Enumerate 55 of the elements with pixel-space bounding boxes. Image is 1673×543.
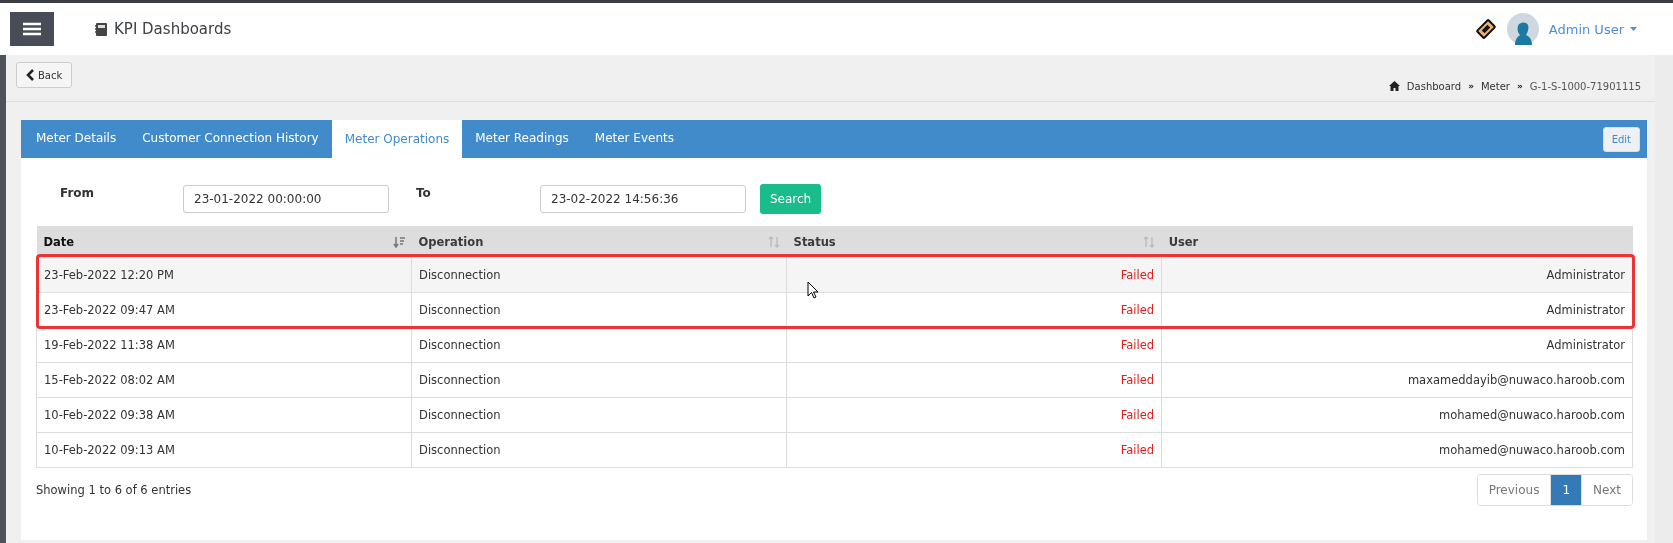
table-cell: Failed xyxy=(786,257,1162,293)
tab[interactable]: Meter Details xyxy=(23,120,130,156)
tab[interactable]: Customer Connection History xyxy=(129,120,332,156)
tab[interactable]: Meter Readings xyxy=(462,120,582,156)
table-cell: 19-Feb-2022 11:38 AM xyxy=(36,327,412,363)
app-title: KPI Dashboards xyxy=(114,20,232,38)
table-cell: Disconnection xyxy=(411,397,787,433)
breadcrumb-separator: » xyxy=(1516,81,1523,91)
table-cell: Administrator xyxy=(1161,257,1633,293)
menu-icon xyxy=(23,22,41,36)
table-cell: Failed xyxy=(786,362,1162,398)
table-cell: 10-Feb-2022 09:13 AM xyxy=(36,432,412,468)
table-cell: mohamed@nuwaco.haroob.com xyxy=(1161,397,1633,433)
field-label: To xyxy=(416,186,432,200)
field-label: From xyxy=(60,186,96,200)
table-cell: Disconnection xyxy=(411,362,787,398)
table-cell: Disconnection xyxy=(411,327,787,363)
breadcrumb-link[interactable]: Dashboard xyxy=(1406,80,1462,92)
notebook-icon xyxy=(94,21,108,37)
table-cell: 10-Feb-2022 09:38 AM xyxy=(36,397,412,433)
column-header[interactable]: Operation xyxy=(418,234,484,249)
cursor-icon xyxy=(807,281,819,299)
table-cell: mohamed@nuwaco.haroob.com xyxy=(1161,432,1633,468)
menu-button[interactable] xyxy=(10,12,54,46)
table-cell: Disconnection xyxy=(411,257,787,293)
caret-icon xyxy=(1630,27,1637,31)
breadcrumb-current: G-1-S-1000-71901115 xyxy=(1529,80,1641,92)
column-header[interactable]: Date xyxy=(43,234,75,249)
from-date-field[interactable]: 23-01-2022 00:00:00 xyxy=(183,185,389,213)
column-header[interactable]: User xyxy=(1168,234,1199,249)
tab[interactable]: Meter Events xyxy=(581,120,687,156)
table-cell: Failed xyxy=(786,432,1162,468)
user-menu[interactable]: Admin User xyxy=(1548,21,1637,37)
search-button[interactable]: Search xyxy=(760,184,822,214)
chevron-left-icon xyxy=(26,69,34,81)
edit-button[interactable]: Edit xyxy=(1602,126,1640,152)
table-cell: maxameddayib@nuwaco.haroob.com xyxy=(1161,362,1633,398)
tab[interactable]: Meter Operations xyxy=(331,120,463,158)
table-cell: Disconnection xyxy=(411,432,787,468)
pagination-button[interactable]: 1 xyxy=(1550,475,1582,505)
entries-info: Showing 1 to 6 of 6 entries xyxy=(36,483,192,497)
sort-descending-icon[interactable] xyxy=(392,235,405,248)
table-cell: 23-Feb-2022 12:20 PM xyxy=(36,257,412,293)
home-icon[interactable] xyxy=(1388,81,1400,91)
column-header[interactable]: Status xyxy=(793,234,836,249)
table-cell: Administrator xyxy=(1161,327,1633,363)
table-cell: Failed xyxy=(786,327,1162,363)
back-button[interactable]: Back xyxy=(16,62,73,88)
table-cell: 15-Feb-2022 08:02 AM xyxy=(36,362,412,398)
to-date-field[interactable]: 23-02-2022 14:56:36 xyxy=(540,185,746,213)
pagination-button[interactable]: Next xyxy=(1581,475,1632,505)
avatar-icon[interactable] xyxy=(1506,13,1539,45)
breadcrumb-separator: » xyxy=(1468,81,1474,91)
table-cell: Failed xyxy=(786,397,1162,433)
breadcrumb-link[interactable]: Meter xyxy=(1480,80,1510,92)
